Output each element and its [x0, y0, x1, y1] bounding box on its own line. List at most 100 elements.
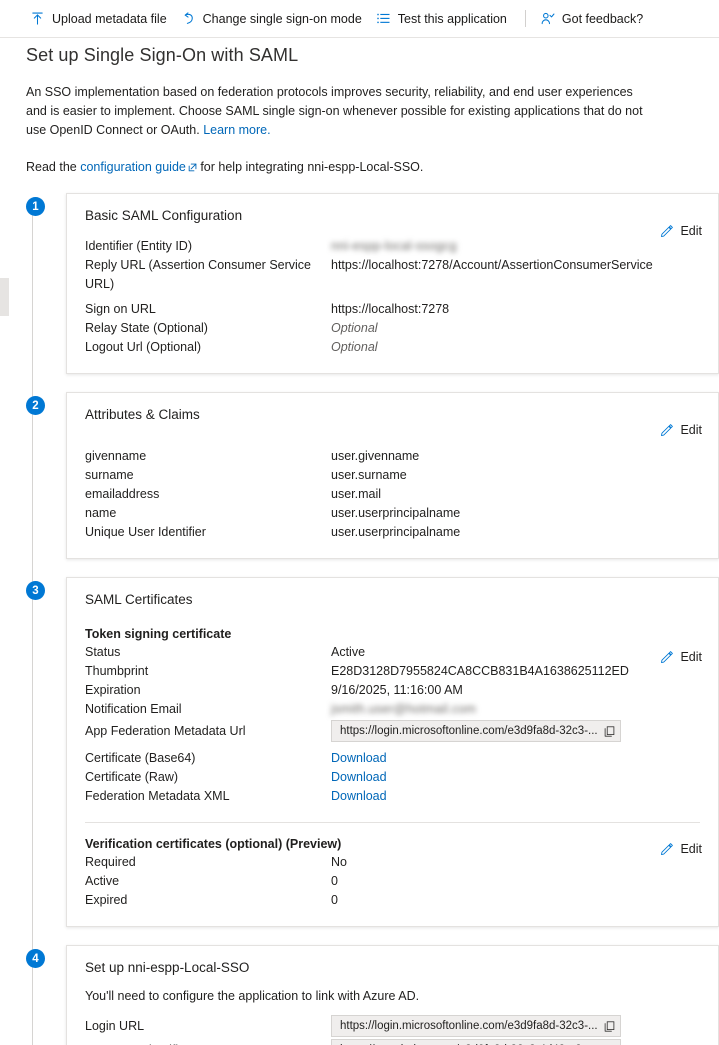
row-key: App Federation Metadata Url — [85, 723, 246, 738]
row-value: user.mail — [331, 487, 382, 501]
verification-certificates-heading: Verification certificates (optional) (Pr… — [85, 837, 342, 851]
external-link-icon — [188, 163, 197, 172]
row-unique-user-identifier: Unique User Identifier user.userprincipa… — [85, 523, 700, 542]
row-key: Required — [85, 855, 136, 869]
basic-saml-configuration-card: Basic SAML Configuration Edit Identifier… — [66, 193, 719, 374]
step-attributes-and-claims: 2 Attributes & Claims Edit givenname use… — [26, 392, 719, 559]
intro-paragraph-1: An SSO implementation based on federatio… — [0, 66, 690, 140]
field-value: https://sts.windows.net/e3d9fa8d-32c3-4d… — [340, 1041, 599, 1045]
test-this-application-button[interactable]: Test this application — [372, 7, 517, 30]
card-title: SAML Certificates — [85, 592, 193, 607]
intro-text-2a: Read the — [26, 160, 81, 174]
row-value: https://localhost:7278/Account/Assertion… — [331, 258, 653, 272]
change-single-sign-on-mode-label: Change single sign-on mode — [202, 11, 362, 26]
copy-icon[interactable] — [603, 1020, 616, 1033]
command-bar-separator — [524, 10, 526, 27]
intro-text-1: An SSO implementation based on federatio… — [26, 85, 643, 137]
row-azure-ad-identifier: Azure AD Identifier https://sts.windows.… — [85, 1038, 700, 1045]
row-key: Status — [85, 645, 121, 659]
pencil-icon — [661, 225, 674, 237]
row-value: 0 — [331, 874, 338, 888]
row-value: Optional — [331, 340, 378, 354]
row-key: Relay State (Optional) — [85, 321, 208, 335]
step-badge-4: 4 — [26, 949, 45, 968]
step-saml-certificates: 3 SAML Certificates Edit Token signing c… — [26, 577, 719, 927]
list-icon — [377, 13, 390, 24]
row-key: Identifier (Entity ID) — [85, 239, 192, 253]
row-value: E28D3128D7955824CA8CCB831B4A1638625112ED — [331, 664, 629, 678]
row-key: Active — [85, 874, 120, 888]
saml-certificates-card: SAML Certificates Edit Token signing cer… — [66, 577, 719, 927]
row-value: 0 — [331, 893, 338, 907]
row-key: surname — [85, 468, 134, 482]
intro-paragraph-2: Read the configuration guide for help in… — [0, 140, 690, 177]
card-title: Attributes & Claims — [85, 407, 200, 422]
undo-icon — [184, 12, 193, 24]
configuration-guide-link[interactable]: configuration guide — [80, 160, 186, 174]
row-key: Logout Url (Optional) — [85, 340, 202, 354]
row-key: Sign on URL — [85, 302, 156, 316]
intro-text-2b: for help integrating nni-espp-Local-SSO. — [196, 160, 424, 174]
card-title: Set up nni-espp-Local-SSO — [85, 960, 250, 975]
row-key: Expired — [85, 893, 128, 907]
row-value: nni-espp-local-ssogcg — [331, 239, 457, 253]
azure-ad-identifier-field[interactable]: https://sts.windows.net/e3d9fa8d-32c3-4d… — [331, 1039, 621, 1045]
page-title: Set up Single Sign-On with SAML — [26, 45, 299, 65]
row-key: Certificate (Base64) — [85, 751, 196, 765]
row-key: Unique User Identifier — [85, 525, 206, 539]
row-key: Expiration — [85, 683, 141, 697]
field-value: https://login.microsoftonline.com/e3d9fa… — [340, 724, 598, 737]
row-value: user.surname — [331, 468, 407, 482]
row-logout-url: Logout Url (Optional) Optional — [85, 338, 700, 357]
command-bar: Upload metadata file Change single sign-… — [0, 0, 719, 37]
row-key: Azure AD Identifier — [85, 1041, 331, 1045]
row-emailaddress: emailaddress user.mail — [85, 485, 700, 504]
row-key: givenname — [85, 449, 147, 463]
row-value: No — [331, 855, 347, 869]
row-value: https://localhost:7278 — [331, 302, 450, 316]
pencil-icon — [661, 651, 674, 663]
set-up-application-description: You'll need to configure the application… — [85, 989, 420, 1003]
learn-more-link[interactable]: Learn more. — [203, 123, 270, 137]
row-givenname: givenname user.givenname — [85, 447, 700, 466]
edit-label: Edit — [680, 842, 702, 856]
edit-token-signing-certificate-button[interactable]: Edit — [660, 650, 702, 664]
row-active: Active 0 — [85, 872, 700, 891]
row-key: emailaddress — [85, 487, 160, 501]
row-key: Login URL — [85, 1018, 145, 1033]
row-expired: Expired 0 — [85, 891, 700, 910]
download-certificate-raw-link[interactable]: Download — [331, 770, 387, 784]
row-value: Active — [331, 645, 366, 659]
set-up-application-rows: Login URL https://login.microsoftonline.… — [85, 1014, 700, 1045]
download-federation-metadata-xml-link[interactable]: Download — [331, 789, 387, 803]
row-value: user.userprincipalname — [331, 525, 461, 539]
row-name: name user.userprincipalname — [85, 504, 700, 523]
edit-attributes-and-claims-button[interactable]: Edit — [660, 423, 702, 437]
row-key: Thumbprint — [85, 664, 149, 678]
edit-verification-certificates-button[interactable]: Edit — [660, 842, 702, 856]
step-basic-saml-configuration: 1 Basic SAML Configuration Edit Identifi… — [26, 193, 719, 374]
change-single-sign-on-mode-button[interactable]: Change single sign-on mode — [177, 7, 372, 30]
test-this-application-label: Test this application — [397, 11, 507, 26]
copy-icon[interactable] — [603, 725, 616, 738]
row-value: jsmith.user@hotmail.com — [331, 702, 477, 716]
got-feedback-label: Got feedback? — [561, 11, 644, 26]
row-reply-url: Reply URL (Assertion Consumer Service UR… — [85, 256, 700, 294]
row-required: Required No — [85, 853, 700, 872]
edit-label: Edit — [680, 423, 702, 437]
row-identifier: Identifier (Entity ID) nni-espp-local-ss… — [85, 237, 700, 256]
set-up-application-card: Set up nni-espp-Local-SSO You'll need to… — [66, 945, 719, 1045]
row-surname: surname user.surname — [85, 466, 700, 485]
step-badge-1: 1 — [26, 197, 45, 216]
app-federation-metadata-url-field[interactable]: https://login.microsoftonline.com/e3d9fa… — [331, 720, 621, 742]
token-signing-rows: Status Active Thumbprint E28D3128D795582… — [85, 643, 700, 806]
edit-basic-saml-configuration-button[interactable]: Edit — [660, 224, 702, 238]
upload-metadata-file-label: Upload metadata file — [52, 11, 167, 26]
download-certificate-base64-link[interactable]: Download — [331, 751, 387, 765]
row-expiration: Expiration 9/16/2025, 11:16:00 AM — [85, 681, 700, 700]
field-value: https://login.microsoftonline.com/e3d9fa… — [340, 1019, 598, 1032]
upload-metadata-file-button[interactable]: Upload metadata file — [26, 7, 177, 30]
login-url-field[interactable]: https://login.microsoftonline.com/e3d9fa… — [331, 1015, 621, 1037]
card-title: Basic SAML Configuration — [85, 208, 243, 223]
got-feedback-button[interactable]: Got feedback? — [536, 7, 653, 30]
